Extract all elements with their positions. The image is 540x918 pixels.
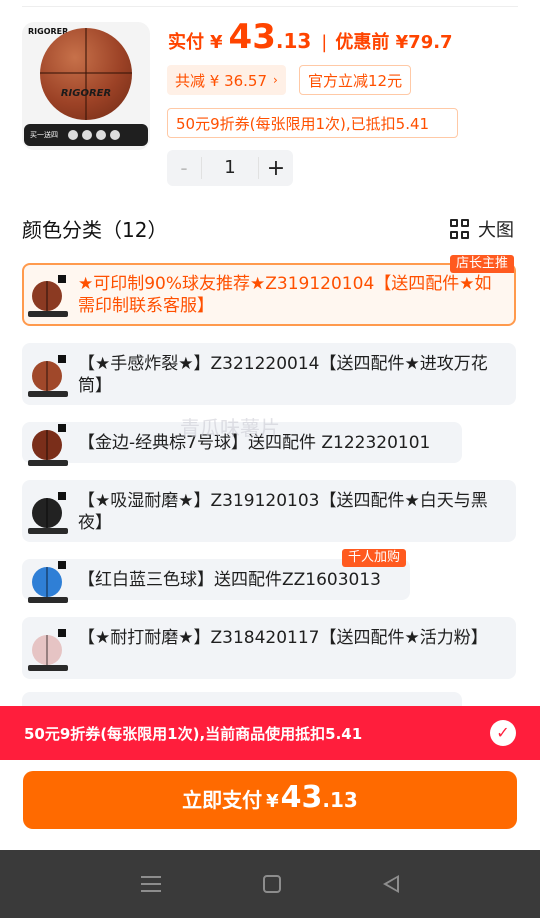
chevron-right-icon: › [273,73,278,87]
coupon-chip[interactable]: 50元9折券(每张限用1次),已抵扣5.41 [167,108,458,138]
coupon-applied-bar[interactable]: 50元9折券(每张限用1次),当前商品使用抵扣5.41 ✓ [0,706,540,760]
official-discount-chip: 官方立减12元 [299,65,412,95]
coupon-text: 50元9折券(每张限用1次),已抵扣5.41 [176,114,430,133]
total-discount-chip[interactable]: 共减 ¥ 36.57 › [167,65,286,95]
pay-button-decimal: .13 [322,788,358,812]
variant-option[interactable]: 【★耐打耐磨★】Z318420117【送四配件★活力粉】 [22,617,516,679]
quantity-input[interactable]: 1 [201,157,259,179]
variant-option[interactable]: 【红白蓝三色球】送四配件ZZ1603013 千人加购 [22,549,410,603]
paid-decimal: .13 [275,29,312,53]
variant-ball-swatch [32,361,62,391]
color-category-title: 颜色分类（12） [22,218,168,242]
variant-thumbnail [28,561,70,603]
variant-label: ★可印制90%球友推荐★Z319120104【送四配件★如需印制联系客服】 [78,274,492,316]
pay-button-integer: 43 [280,780,323,815]
variant-ball-swatch [32,567,62,597]
variant-label: 【★吸湿耐磨★】Z319120103【送四配件★白天与黑夜】 [78,491,488,533]
product-image[interactable]: RIGORER RIGORER 买一送四 [22,22,150,150]
paid-integer: 43 [228,17,276,57]
variant-thumbnail [28,355,70,397]
system-nav-bar [0,850,540,918]
variant-option[interactable]: ★可印制90%球友推荐★Z319120104【送四配件★如需印制联系客服】 店长… [22,255,516,326]
price-summary: 实付 ¥ 43 .13 | 优惠前 ¥79.7 [168,20,453,54]
paid-label: 实付 [168,32,204,53]
promo-strip-text: 买一送四 [30,131,58,139]
variant-ball-swatch [32,498,62,528]
big-view-toggle[interactable]: 大图 [450,216,514,242]
variant-label: 【★耐打耐磨★】Z318420117【送四配件★活力粉】 [78,628,488,648]
variant-thumbnail [28,275,70,317]
menu-icon[interactable] [141,876,161,892]
home-icon[interactable] [263,875,281,893]
coupon-applied-text: 50元9折券(每张限用1次),当前商品使用抵扣5.41 [24,724,363,743]
watermark-text: 青瓜味薯片 [180,416,280,440]
quantity-stepper: - 1 + [167,150,293,186]
pay-button-currency: ¥ [266,791,279,812]
big-view-label: 大图 [478,220,514,241]
pay-now-button[interactable]: 立即支付 ¥ 43 .13 [23,771,517,829]
top-divider [22,6,518,7]
variant-option[interactable]: 【★吸湿耐磨★】Z319120103【送四配件★白天与黑夜】 [22,480,516,542]
check-icon[interactable]: ✓ [490,720,516,746]
official-discount-text: 官方立减12元 [308,71,403,90]
decrease-button[interactable]: - [167,156,201,180]
ball-brand-text: RIGORER [60,88,112,99]
variant-ball-swatch [32,281,62,311]
paid-currency: ¥ [210,32,223,53]
original-price: 优惠前 ¥79.7 [335,32,453,53]
store-recommend-badge: 店长主推 [449,255,514,273]
total-discount-text: 共减 ¥ 36.57 [175,71,268,90]
variant-thumbnail [28,629,70,671]
increase-button[interactable]: + [259,156,293,181]
variant-label: 【★手感炸裂★】Z321220014【送四配件★进攻万花筒】 [78,354,488,396]
variant-thumbnail [28,424,70,466]
variant-ball-swatch [32,635,62,665]
variant-option[interactable]: 【★手感炸裂★】Z321220014【送四配件★进攻万花筒】 [22,343,516,405]
popular-badge: 千人加购 [341,549,406,567]
basketball-image: RIGORER [40,28,132,120]
variant-label: 【红白蓝三色球】送四配件ZZ1603013 [78,570,382,590]
variant-thumbnail [28,492,70,534]
grid-icon [450,219,470,239]
price-separator: | [321,32,328,53]
pay-button-label: 立即支付 [182,788,263,812]
image-promo-strip: 买一送四 [24,124,148,146]
variant-ball-swatch [32,430,62,460]
back-icon[interactable] [383,875,399,893]
